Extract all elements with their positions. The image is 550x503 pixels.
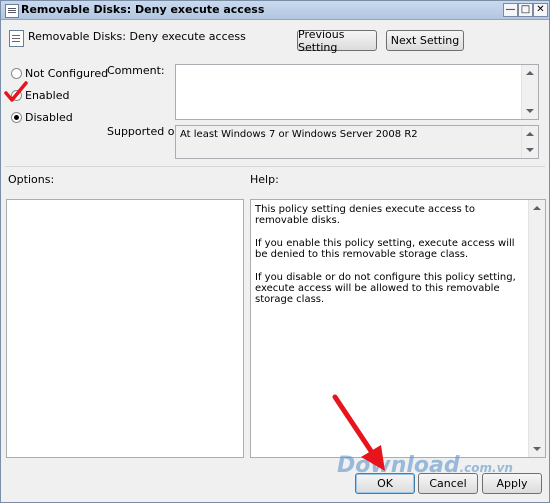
comment-scrollbar[interactable] <box>521 65 538 119</box>
scroll-down-icon[interactable] <box>526 109 534 113</box>
apply-button[interactable]: Apply <box>482 473 542 494</box>
help-panel: This policy setting denies execute acces… <box>250 199 546 458</box>
scroll-down-icon[interactable] <box>533 447 541 451</box>
policy-name: Removable Disks: Deny execute access <box>28 30 246 43</box>
help-label: Help: <box>250 173 279 186</box>
previous-setting-button[interactable]: Previous Setting <box>297 28 377 54</box>
supported-on-value: At least Windows 7 or Windows Server 200… <box>180 129 418 140</box>
red-checkmark-icon <box>4 81 28 102</box>
enabled-label: Enabled <box>25 89 70 102</box>
help-paragraph-2: If you enable this policy setting, execu… <box>255 238 515 260</box>
supported-scrollbar[interactable] <box>521 126 538 158</box>
options-label: Options: <box>8 173 55 186</box>
comment-field[interactable] <box>175 64 539 120</box>
divider <box>5 166 545 167</box>
close-icon[interactable]: ✕ <box>533 3 548 17</box>
policy-document-icon <box>9 30 24 47</box>
comment-label: Comment: <box>107 64 165 77</box>
options-panel <box>6 199 244 458</box>
help-paragraph-3: If you disable or do not configure this … <box>255 272 516 305</box>
title-bar: Removable Disks: Deny execute access — □… <box>1 1 549 20</box>
maximize-icon[interactable]: □ <box>518 3 533 17</box>
scroll-up-icon[interactable] <box>533 206 541 210</box>
not-configured-radio[interactable] <box>11 68 22 79</box>
help-scrollbar[interactable] <box>528 200 545 457</box>
supported-on-label: Supported on: <box>107 125 186 138</box>
cancel-button[interactable]: Cancel <box>418 473 478 494</box>
scroll-up-icon[interactable] <box>526 132 534 136</box>
next-setting-button[interactable]: Next Setting <box>386 30 464 51</box>
not-configured-label: Not Configured <box>25 67 109 80</box>
policy-dialog: Removable Disks: Deny execute access — □… <box>0 0 550 503</box>
window-title: Removable Disks: Deny execute access <box>21 3 265 16</box>
minimize-icon[interactable]: — <box>503 3 518 17</box>
red-arrow-icon <box>332 394 385 471</box>
scroll-up-icon[interactable] <box>526 71 534 75</box>
policy-app-icon <box>5 4 19 18</box>
help-paragraph-1: This policy setting denies execute acces… <box>255 204 475 226</box>
scroll-down-icon[interactable] <box>526 148 534 152</box>
disabled-label: Disabled <box>25 111 73 124</box>
disabled-radio[interactable] <box>11 112 22 123</box>
supported-on-field: At least Windows 7 or Windows Server 200… <box>175 125 539 159</box>
ok-button[interactable]: OK <box>355 473 415 494</box>
